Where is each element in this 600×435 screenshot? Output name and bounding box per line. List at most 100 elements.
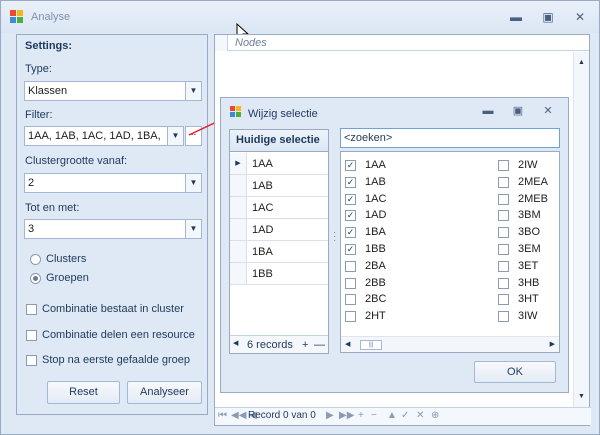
table-cell: 1AC	[252, 202, 274, 214]
nav-cancel-icon[interactable]: ✕	[416, 410, 424, 421]
add-icon[interactable]: +	[302, 339, 308, 351]
table-row[interactable]: ▶ 1AA	[230, 153, 328, 175]
nav-record-text: Record 0 van 0	[248, 410, 316, 421]
checkbox-icon[interactable]	[498, 176, 509, 188]
ok-button[interactable]: OK	[474, 361, 556, 383]
scroll-left-icon[interactable]: ◀	[345, 340, 350, 348]
check-stop[interactable]	[26, 355, 37, 366]
check-combinatie-resource[interactable]	[26, 330, 37, 341]
dialog-maximize-button[interactable]: ▣	[509, 104, 527, 118]
checkbox-icon[interactable]	[498, 294, 509, 306]
list-item-label: 3EM	[518, 243, 541, 255]
scroll-thumb[interactable]: |||	[360, 340, 382, 350]
scroll-up-icon[interactable]: ▲	[578, 59, 585, 66]
nav-apply-icon[interactable]: ✓	[401, 410, 409, 421]
table-row[interactable]: 1AB	[230, 175, 328, 197]
table-row[interactable]: 1AC	[230, 197, 328, 219]
chevron-down-icon[interactable]: ▼	[185, 174, 201, 192]
chevron-down-icon[interactable]: ▼	[167, 127, 183, 145]
nav-next-icon[interactable]: ▶	[326, 410, 334, 421]
nav-delete-icon[interactable]: −	[371, 410, 377, 421]
list-item-label: 2MEB	[518, 192, 548, 205]
radio-groepen[interactable]	[30, 273, 41, 284]
until-value: 3	[28, 223, 35, 235]
type-value: Klassen	[28, 85, 68, 97]
check-combinatie-cluster-label: Combinatie bestaat in cluster	[42, 303, 184, 315]
row-indicator	[230, 219, 247, 240]
radio-clusters-label: Clusters	[46, 253, 87, 265]
dialog-minimize-button[interactable]: ▬	[479, 104, 497, 118]
scroll-down-icon[interactable]: ▼	[578, 393, 585, 400]
type-select[interactable]: Klassen ▼	[24, 81, 202, 101]
chevron-down-icon[interactable]: ▼	[185, 220, 201, 238]
nav-next-page-icon[interactable]: ▶▶	[339, 410, 354, 421]
checkbox-icon[interactable]	[345, 294, 356, 306]
checkbox-icon[interactable]	[498, 277, 509, 289]
minimize-button[interactable]: ▬	[506, 9, 526, 25]
list-item-label: 1BA	[365, 226, 386, 239]
until-select[interactable]: 3 ▼	[24, 219, 202, 239]
list-item-label: 2IW	[518, 159, 538, 171]
scroll-right-icon[interactable]: ▶	[550, 340, 555, 348]
checkbox-icon[interactable]	[498, 160, 509, 171]
maximize-button[interactable]: ▣	[538, 9, 558, 25]
table-cell: 1BB	[252, 268, 273, 280]
cluster-from-select[interactable]: 2 ▼	[24, 173, 202, 193]
list-item-label: 3BO	[518, 226, 541, 239]
list-item-label: 3ET	[518, 259, 539, 272]
wijzig-selectie-dialog: Wijzig selectie ▬ ▣ ✕ Huidige selectie ▶…	[220, 97, 569, 393]
splitter-handle[interactable]: · · ·	[333, 228, 336, 246]
table-row[interactable]: 1AD	[230, 219, 328, 241]
checkbox-checked-icon[interactable]: ✓	[345, 244, 356, 255]
list-item-label: 3HB	[518, 276, 540, 289]
filter-select[interactable]: 1AA, 1AB, 1AC, 1AD, 1BA, ▼	[24, 126, 184, 146]
table-row[interactable]: 1BB	[230, 263, 328, 285]
radio-clusters[interactable]	[30, 254, 41, 265]
remove-icon[interactable]: —	[314, 339, 325, 351]
search-input[interactable]: <zoeken>	[340, 128, 560, 148]
dialog-app-icon	[230, 106, 241, 117]
close-button[interactable]: ✕	[570, 9, 590, 25]
nav-edit-icon[interactable]: ▲	[387, 410, 397, 421]
settings-heading: Settings:	[25, 40, 73, 52]
current-selection-header[interactable]: Huidige selectie	[230, 130, 328, 152]
checkbox-icon[interactable]	[498, 311, 509, 323]
checkbox-checked-icon[interactable]: ✓	[345, 227, 356, 239]
row-indicator	[230, 197, 247, 218]
checkbox-icon[interactable]	[498, 227, 509, 239]
title-bar: Analyse ▬ ▣ ✕	[1, 1, 599, 33]
check-combinatie-cluster[interactable]	[26, 304, 37, 315]
app-icon	[10, 10, 23, 23]
reset-button[interactable]: Reset	[47, 381, 120, 404]
table-cell: 1AA	[252, 158, 273, 170]
checkbox-icon[interactable]	[345, 277, 356, 289]
checkbox-icon[interactable]	[498, 260, 509, 272]
vertical-scrollbar[interactable]: ▲ ▼	[573, 52, 589, 408]
prev-icon[interactable]: ◀	[233, 339, 238, 347]
horizontal-scrollbar[interactable]: ◀ ||| ▶	[341, 336, 559, 352]
nav-first-icon[interactable]: ⏮	[218, 410, 227, 421]
filter-value: 1AA, 1AB, 1AC, 1AD, 1BA,	[28, 130, 161, 142]
nodes-column-header[interactable]: Nodes	[235, 37, 267, 49]
list-item-label: 1AA	[365, 159, 386, 171]
checkbox-checked-icon[interactable]: ✓	[345, 210, 356, 222]
chevron-down-icon[interactable]: ▼	[185, 82, 201, 100]
checkbox-checked-icon[interactable]: ✓	[345, 176, 356, 188]
records-count: 6 records	[247, 339, 293, 351]
table-cell: 1AB	[252, 180, 273, 192]
table-row[interactable]: 1BA	[230, 241, 328, 263]
analyse-button[interactable]: Analyseer	[127, 381, 202, 404]
checkbox-icon[interactable]	[498, 193, 509, 205]
dialog-close-button[interactable]: ✕	[539, 104, 557, 118]
settings-panel: Settings: Type: Klassen ▼ Filter: 1AA, 1…	[16, 34, 208, 415]
checkbox-checked-icon[interactable]: ✓	[345, 160, 356, 171]
grid-header: Nodes	[215, 35, 589, 51]
nav-add-icon[interactable]: +	[358, 410, 364, 421]
checkbox-icon[interactable]	[345, 260, 356, 272]
checkbox-icon[interactable]	[345, 311, 356, 323]
nav-prev-page-icon[interactable]: ◀◀	[231, 410, 246, 421]
checkbox-checked-icon[interactable]: ✓	[345, 193, 356, 205]
nav-filter-icon[interactable]: ⊕	[431, 410, 439, 421]
checkbox-icon[interactable]	[498, 244, 509, 255]
checkbox-icon[interactable]	[498, 210, 509, 222]
